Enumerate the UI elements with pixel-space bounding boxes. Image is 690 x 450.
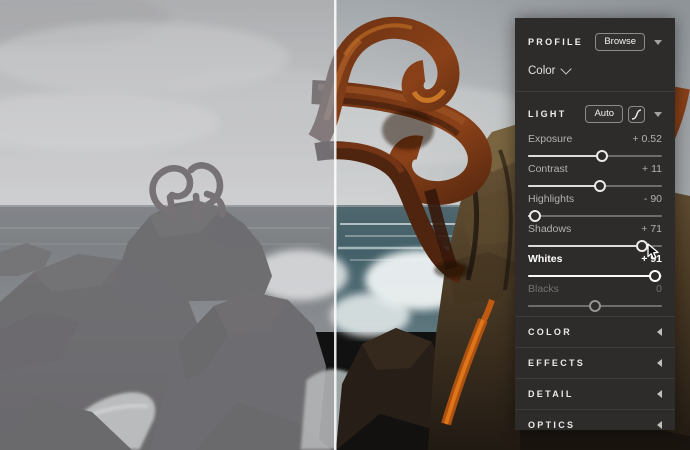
expand-left-icon [657, 328, 662, 336]
slider-label: Shadows [528, 223, 572, 235]
effects-section-title: EFFECTS [528, 358, 586, 368]
edit-panel: PROFILE Browse Color LIGHT Auto Exposure… [515, 18, 675, 430]
profile-select[interactable]: Color [515, 57, 675, 91]
section-profile: PROFILE Browse Color [515, 18, 675, 91]
expand-left-icon [657, 390, 662, 398]
section-detail[interactable]: DETAIL [515, 378, 675, 409]
slider-label: Highlights [528, 193, 575, 205]
section-effects[interactable]: EFFECTS [515, 347, 675, 378]
slider-value: + 71 [641, 223, 662, 235]
slider-value: + 11 [642, 163, 662, 175]
slider-label: Blacks [528, 283, 559, 295]
slider-exposure: Exposure + 0.52 [515, 130, 675, 162]
section-optics[interactable]: OPTICS [515, 409, 675, 430]
slider-blacks: Blacks 0 [515, 280, 675, 312]
profile-collapse-icon[interactable] [654, 39, 662, 45]
slider-highlights: Highlights - 90 [515, 190, 675, 222]
slider-label: Exposure [528, 133, 573, 145]
tone-curve-button[interactable] [628, 105, 645, 123]
before-after-divider[interactable] [334, 0, 337, 450]
light-section-title: LIGHT [528, 109, 567, 119]
color-section-title: COLOR [528, 327, 572, 337]
slider-label: Whites [528, 253, 563, 265]
expand-left-icon [657, 359, 662, 367]
slider-label: Contrast [528, 163, 568, 175]
profile-section-title: PROFILE [528, 37, 584, 47]
slider-value: 0 [656, 283, 662, 295]
section-color[interactable]: COLOR [515, 316, 675, 347]
profile-selected-label: Color [528, 65, 556, 77]
chevron-down-icon [560, 63, 573, 75]
detail-section-title: DETAIL [528, 389, 574, 399]
expand-left-icon [657, 421, 662, 429]
slider-value: - 90 [643, 193, 662, 205]
section-light: LIGHT Auto Exposure + 0.52 Contrast + 11… [515, 91, 675, 316]
optics-section-title: OPTICS [528, 420, 576, 430]
browse-button[interactable]: Browse [595, 33, 645, 51]
light-sliders: Exposure + 0.52 Contrast + 11 Highlights… [515, 128, 675, 316]
mouse-cursor-icon [647, 243, 659, 260]
light-collapse-icon[interactable] [654, 111, 662, 117]
tone-curve-icon [631, 108, 642, 120]
slider-value: + 0.52 [632, 133, 663, 145]
slider-track[interactable] [528, 300, 662, 312]
slider-thumb[interactable] [589, 300, 601, 312]
auto-button[interactable]: Auto [585, 105, 623, 123]
slider-contrast: Contrast + 11 [515, 160, 675, 192]
app-window: PROFILE Browse Color LIGHT Auto Exposure… [0, 0, 690, 450]
